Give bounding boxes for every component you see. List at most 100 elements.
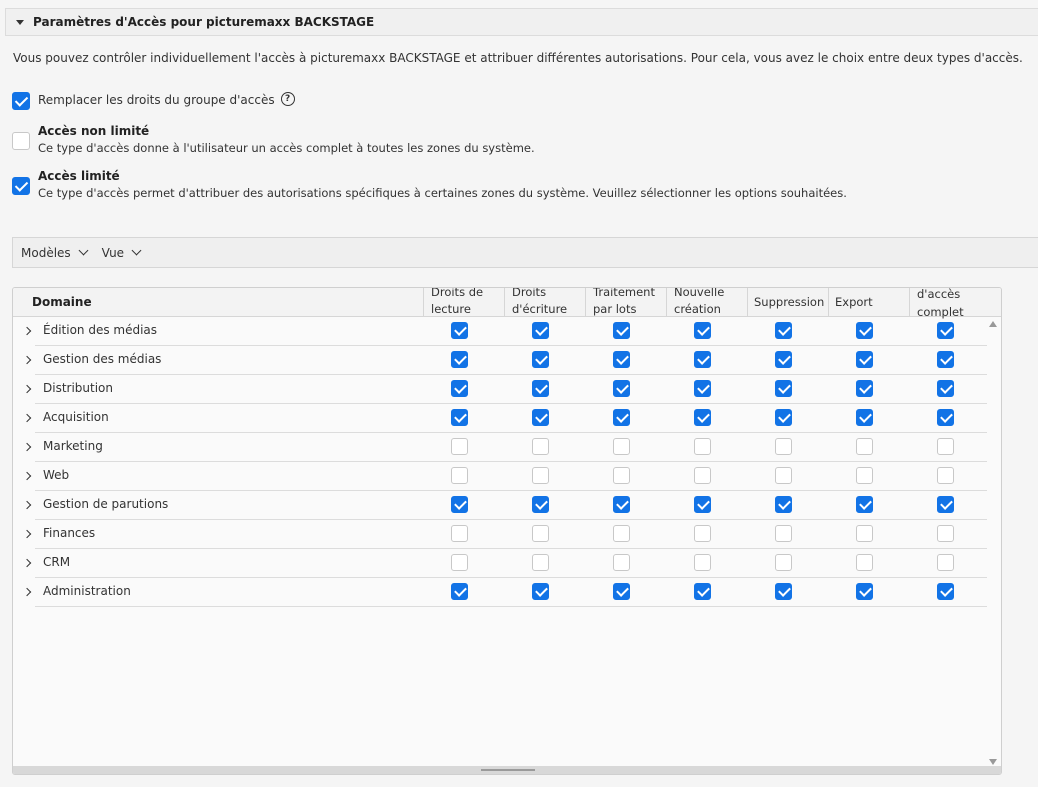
permission-checkbox[interactable]: [451, 380, 468, 397]
permission-checkbox[interactable]: [775, 322, 792, 339]
permission-checkbox[interactable]: [937, 496, 954, 513]
column-header[interactable]: Export: [828, 288, 909, 317]
permission-checkbox[interactable]: [451, 467, 468, 484]
permission-checkbox[interactable]: [856, 380, 873, 397]
permission-checkbox[interactable]: [613, 351, 630, 368]
permission-checkbox[interactable]: [694, 554, 711, 571]
permission-checkbox[interactable]: [451, 438, 468, 455]
permission-checkbox[interactable]: [775, 583, 792, 600]
permission-checkbox[interactable]: [694, 583, 711, 600]
permission-checkbox[interactable]: [532, 351, 549, 368]
chevron-right-icon[interactable]: [22, 413, 32, 423]
permission-checkbox[interactable]: [613, 438, 630, 455]
permission-checkbox[interactable]: [694, 380, 711, 397]
permission-checkbox[interactable]: [532, 409, 549, 426]
table-row[interactable]: Finances: [35, 520, 987, 549]
permission-checkbox[interactable]: [856, 467, 873, 484]
domain-column-header[interactable]: Domaine: [32, 295, 92, 309]
permission-checkbox[interactable]: [694, 322, 711, 339]
override-option[interactable]: Remplacer les droits du groupe d'accès ?: [12, 92, 295, 110]
chevron-right-icon[interactable]: [22, 384, 32, 394]
caret-down-icon[interactable]: [16, 19, 24, 25]
table-row[interactable]: Gestion des médias: [35, 346, 987, 375]
permission-checkbox[interactable]: [613, 322, 630, 339]
permission-checkbox[interactable]: [775, 409, 792, 426]
models-dropdown[interactable]: Modèles: [21, 246, 89, 260]
column-header[interactable]: Nouvelle création: [666, 288, 747, 317]
table-row[interactable]: Édition des médias: [35, 317, 987, 346]
permission-checkbox[interactable]: [775, 438, 792, 455]
permission-checkbox[interactable]: [451, 583, 468, 600]
permission-checkbox[interactable]: [451, 525, 468, 542]
chevron-right-icon[interactable]: [22, 500, 32, 510]
chevron-right-icon[interactable]: [22, 326, 32, 336]
permission-checkbox[interactable]: [451, 322, 468, 339]
permission-checkbox[interactable]: [694, 467, 711, 484]
permission-checkbox[interactable]: [532, 496, 549, 513]
permission-checkbox[interactable]: [613, 409, 630, 426]
permission-checkbox[interactable]: [856, 525, 873, 542]
permission-checkbox[interactable]: [937, 467, 954, 484]
horizontal-scrollbar[interactable]: [13, 766, 1001, 774]
column-header[interactable]: d'accès complet: [909, 288, 990, 319]
permission-checkbox[interactable]: [451, 496, 468, 513]
permission-checkbox[interactable]: [451, 409, 468, 426]
permission-checkbox[interactable]: [532, 322, 549, 339]
table-row[interactable]: Distribution: [35, 375, 987, 404]
permission-checkbox[interactable]: [532, 438, 549, 455]
permission-checkbox[interactable]: [451, 351, 468, 368]
chevron-right-icon[interactable]: [22, 529, 32, 539]
column-header[interactable]: Traitement par lots: [585, 288, 666, 317]
permission-checkbox[interactable]: [532, 525, 549, 542]
permission-checkbox[interactable]: [613, 554, 630, 571]
permission-checkbox[interactable]: [613, 380, 630, 397]
scroll-up-icon[interactable]: [989, 321, 997, 327]
vertical-scrollbar[interactable]: [985, 317, 1001, 767]
limited-access-checkbox[interactable]: [12, 177, 30, 195]
permission-checkbox[interactable]: [856, 496, 873, 513]
chevron-right-icon[interactable]: [22, 471, 32, 481]
permission-checkbox[interactable]: [937, 322, 954, 339]
permission-checkbox[interactable]: [613, 525, 630, 542]
permission-checkbox[interactable]: [937, 554, 954, 571]
scroll-down-icon[interactable]: [989, 759, 997, 765]
column-header[interactable]: Droits d'écriture: [504, 288, 585, 317]
permission-checkbox[interactable]: [694, 496, 711, 513]
chevron-right-icon[interactable]: [22, 558, 32, 568]
permission-checkbox[interactable]: [775, 380, 792, 397]
permission-checkbox[interactable]: [532, 380, 549, 397]
chevron-right-icon[interactable]: [22, 355, 32, 365]
permission-checkbox[interactable]: [775, 554, 792, 571]
permission-checkbox[interactable]: [937, 351, 954, 368]
permission-checkbox[interactable]: [856, 583, 873, 600]
view-dropdown[interactable]: Vue: [102, 246, 142, 260]
permission-checkbox[interactable]: [694, 351, 711, 368]
column-header[interactable]: Suppression: [747, 288, 828, 317]
permission-checkbox[interactable]: [775, 525, 792, 542]
permission-checkbox[interactable]: [694, 525, 711, 542]
table-row[interactable]: Gestion de parutions: [35, 491, 987, 520]
permission-checkbox[interactable]: [613, 467, 630, 484]
permission-checkbox[interactable]: [694, 438, 711, 455]
section-header[interactable]: Paramètres d'Accès pour picturemaxx BACK…: [5, 8, 1038, 36]
table-row[interactable]: Marketing: [35, 433, 987, 462]
table-row[interactable]: Web: [35, 462, 987, 491]
column-header[interactable]: Droits de lecture: [423, 288, 504, 317]
table-row[interactable]: Administration: [35, 578, 987, 607]
permission-checkbox[interactable]: [856, 351, 873, 368]
permission-checkbox[interactable]: [937, 409, 954, 426]
scroll-grip[interactable]: [481, 769, 535, 771]
override-checkbox[interactable]: [12, 92, 30, 110]
table-row[interactable]: CRM: [35, 549, 987, 578]
question-circle-icon[interactable]: ?: [280, 92, 295, 106]
unlimited-access-checkbox[interactable]: [12, 132, 30, 150]
permission-checkbox[interactable]: [532, 554, 549, 571]
permission-checkbox[interactable]: [937, 583, 954, 600]
permission-checkbox[interactable]: [532, 467, 549, 484]
unlimited-access-option[interactable]: Accès non limité Ce type d'accès donne à…: [12, 124, 535, 155]
permission-checkbox[interactable]: [937, 438, 954, 455]
permission-checkbox[interactable]: [775, 467, 792, 484]
permission-checkbox[interactable]: [613, 496, 630, 513]
permission-checkbox[interactable]: [532, 583, 549, 600]
permission-checkbox[interactable]: [937, 380, 954, 397]
